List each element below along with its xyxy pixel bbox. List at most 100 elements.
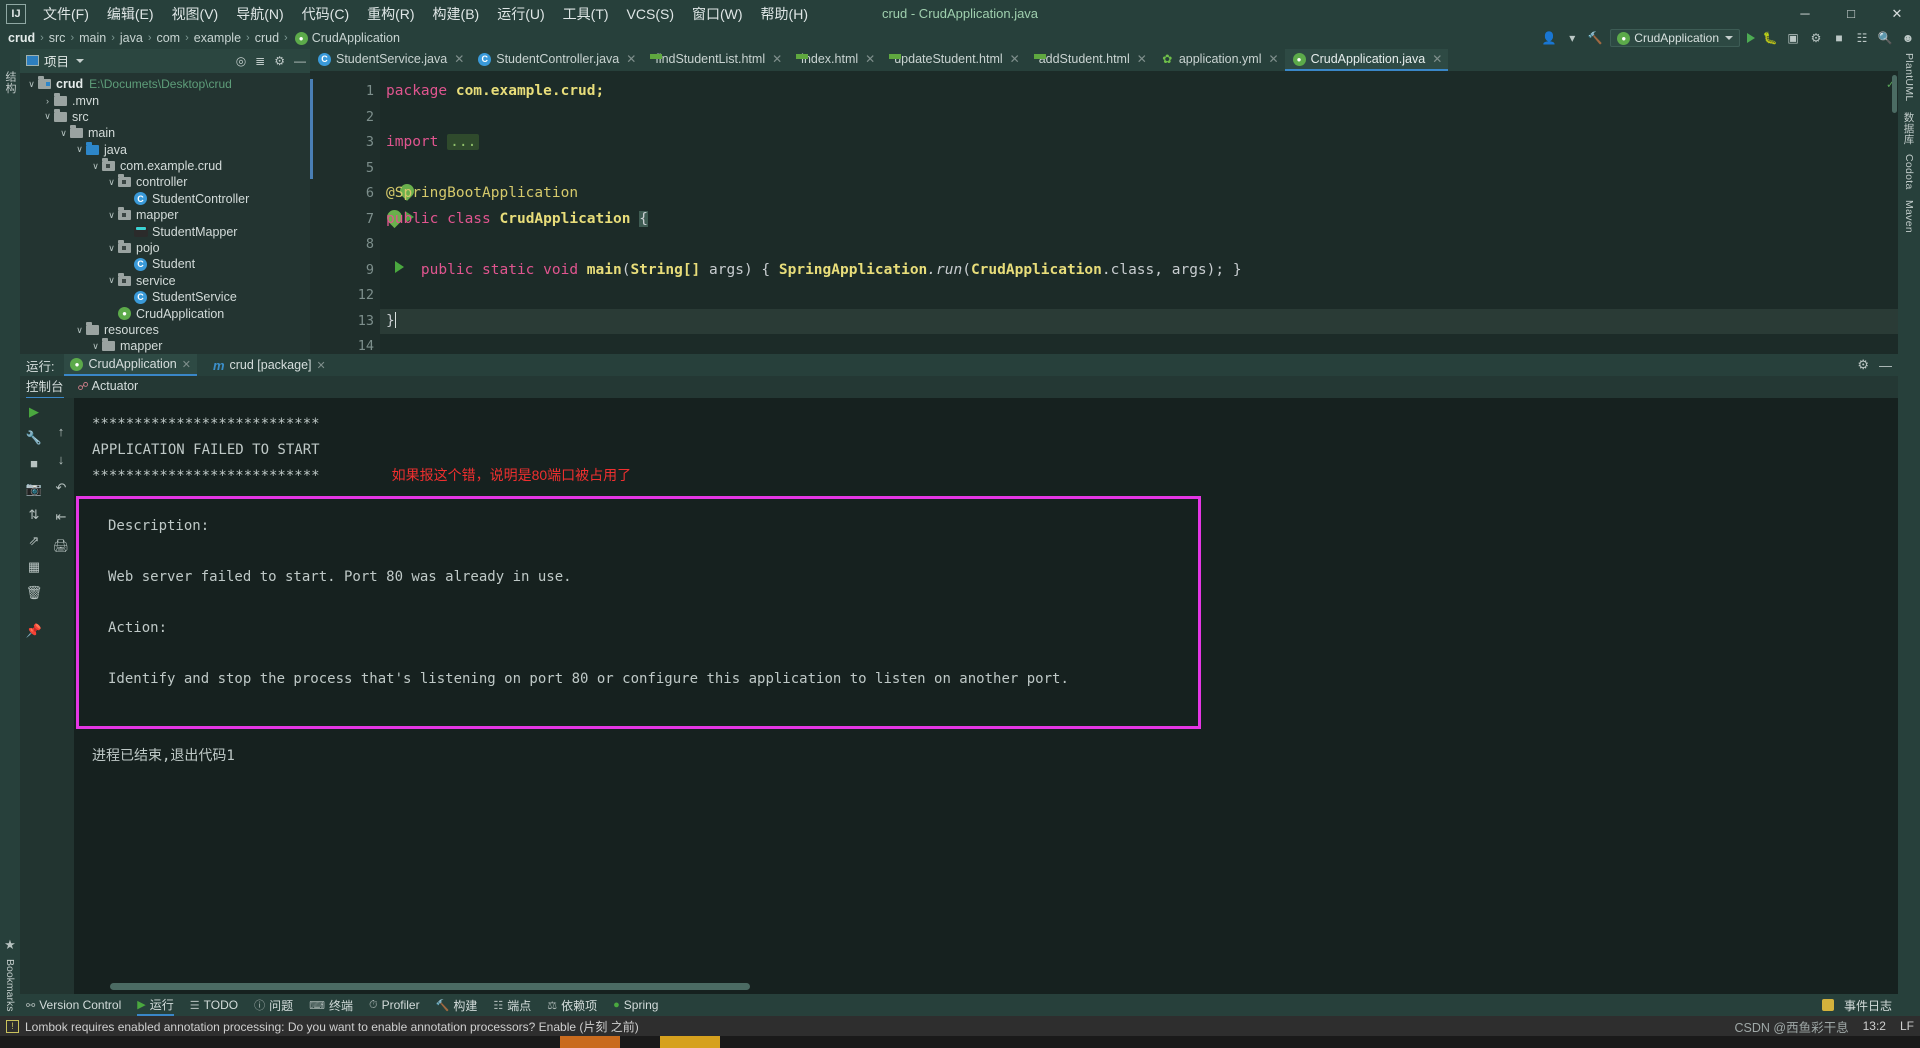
breadcrumb-crud[interactable]: crud <box>8 31 35 45</box>
console-horizontal-scrollbar[interactable] <box>110 983 750 990</box>
bottom-item-build[interactable]: 🔨 构建 <box>436 997 478 1014</box>
bottom-item-dependencies[interactable]: ⚖ 依赖项 <box>547 997 597 1014</box>
run-tab-crudapplication[interactable]: ● CrudApplication ✕ <box>64 354 197 376</box>
disclosure-arrow-icon[interactable]: ∨ <box>42 111 53 122</box>
disclosure-arrow-icon[interactable]: ∨ <box>58 128 69 139</box>
editor-tab-crudapplication-java[interactable]: ● CrudApplication.java ✕ <box>1284 49 1449 71</box>
collapsed-imports[interactable]: ... <box>447 134 480 150</box>
disclosure-arrow-icon[interactable]: ∨ <box>74 325 85 336</box>
close-icon[interactable]: ✕ <box>1010 52 1020 66</box>
settings-icon[interactable]: ⚙ <box>1857 357 1869 373</box>
tree-node-crud[interactable]: ∨ crud E:\Documets\Desktop\crud <box>20 76 310 92</box>
menu-tools[interactable]: 工具(T) <box>554 1 618 27</box>
person-icon[interactable]: 👤 <box>1541 30 1557 46</box>
settings-icon[interactable]: ⚙ <box>274 54 285 68</box>
chevron-down-icon[interactable] <box>76 58 85 63</box>
taskbar-app-warning[interactable] <box>660 1036 720 1048</box>
rail-item-maven[interactable]: Maven <box>1903 200 1915 233</box>
status-message[interactable]: Lombok requires enabled annotation proce… <box>25 1018 639 1035</box>
editor-tab-studentcontroller-java[interactable]: C StudentController.java ✕ <box>470 49 642 71</box>
build-icon[interactable]: 🔨 <box>1587 30 1603 46</box>
stop-icon[interactable]: ■ <box>30 456 38 471</box>
editor-tab-index-html[interactable]: index.html ✕ <box>788 49 881 71</box>
project-tree[interactable]: ∨ crud E:\Documets\Desktop\crud › .mvn ∨ src ∨ m… <box>20 73 310 354</box>
close-icon[interactable]: ✕ <box>865 52 875 66</box>
rail-item-codota[interactable]: Codota <box>1903 154 1915 190</box>
rail-item-database[interactable]: 数据库 <box>1902 112 1917 144</box>
coverage-icon[interactable]: ▣ <box>1785 30 1801 46</box>
trash-icon[interactable]: 🗑 <box>26 585 43 601</box>
menu-vcs[interactable]: VCS(S) <box>618 3 683 25</box>
close-button[interactable]: ✕ <box>1874 0 1920 27</box>
grid-icon[interactable]: ▦ <box>28 559 40 575</box>
run-configuration-selector[interactable]: ● CrudApplication <box>1610 29 1740 47</box>
bottom-item-spring[interactable]: ● Spring <box>613 998 658 1012</box>
menu-run[interactable]: 运行(U) <box>488 1 553 27</box>
breadcrumb-java[interactable]: java <box>120 31 143 45</box>
disclosure-arrow-icon[interactable]: › <box>42 96 53 106</box>
tree-node-studentservice[interactable]: C StudentService <box>20 289 310 305</box>
layout-icon[interactable]: ☷ <box>1854 30 1870 46</box>
account-icon[interactable]: ☻ <box>1900 30 1916 46</box>
disclosure-arrow-icon[interactable]: ∨ <box>26 79 37 90</box>
rail-item-plantuml[interactable]: PlantUML <box>1903 53 1915 102</box>
caret-position[interactable]: 13:2 <box>1863 1019 1886 1033</box>
bottom-item-todo[interactable]: ☰ TODO <box>190 998 238 1012</box>
debug-icon[interactable]: 🐛 <box>1762 30 1778 46</box>
editor-tab-studentservice-java[interactable]: C StudentService.java ✕ <box>310 49 470 71</box>
tree-node-src[interactable]: ∨ src <box>20 108 310 125</box>
soft-wrap-icon[interactable]: ↶ <box>56 480 67 496</box>
subtab-actuator[interactable]: ☍ Actuator <box>78 379 139 395</box>
tree-node-service[interactable]: ∨ service <box>20 272 310 289</box>
tree-node-com-example-crud[interactable]: ∨ com.example.crud <box>20 158 310 174</box>
print-icon[interactable]: 🖨 <box>53 538 70 554</box>
disclosure-arrow-icon[interactable]: ∨ <box>106 177 117 188</box>
rail-item-structure[interactable]: 结构 <box>2 49 18 94</box>
subtab-console[interactable]: 控制台 <box>26 376 64 399</box>
tree-node-main[interactable]: ∨ main <box>20 125 310 141</box>
minimize-button[interactable]: ─ <box>1782 0 1828 27</box>
tree-node-java[interactable]: ∨ java <box>20 141 310 158</box>
close-icon[interactable]: ✕ <box>454 52 464 66</box>
tree-node-controller[interactable]: ∨ controller <box>20 174 310 190</box>
thread-dump-icon[interactable]: ⇅ <box>29 507 40 523</box>
menu-refactor[interactable]: 重构(R) <box>358 1 423 27</box>
console-output[interactable]: *************************** APPLICATION … <box>74 398 1898 994</box>
run-icon[interactable] <box>1747 33 1755 43</box>
close-icon[interactable]: ✕ <box>1269 52 1279 66</box>
breadcrumb-src[interactable]: src <box>49 31 66 45</box>
hide-icon[interactable]: — <box>1879 358 1892 373</box>
tree-node--mvn[interactable]: › .mvn <box>20 92 310 108</box>
breadcrumb-main[interactable]: main <box>79 31 106 45</box>
close-icon[interactable]: ✕ <box>182 358 191 371</box>
disclosure-arrow-icon[interactable]: ∨ <box>106 210 117 221</box>
disclosure-arrow-icon[interactable]: ∨ <box>106 243 117 254</box>
editor-tab-bar[interactable]: C StudentService.java ✕ C StudentController.… <box>310 49 1898 71</box>
editor-tab-addstudent-html[interactable]: addStudent.html ✕ <box>1026 49 1153 71</box>
profiler-icon[interactable]: ⚙ <box>1808 30 1824 46</box>
taskbar-app-active[interactable] <box>560 1036 620 1048</box>
close-icon[interactable]: ✕ <box>626 52 636 66</box>
line-separator[interactable]: LF <box>1900 1019 1914 1033</box>
disclosure-arrow-icon[interactable]: ∨ <box>74 144 85 155</box>
menu-file[interactable]: 文件(F) <box>34 1 98 27</box>
scroll-down-icon[interactable]: ↓ <box>58 452 65 467</box>
editor-tab-updatestudent-html[interactable]: updateStudent.html ✕ <box>881 49 1025 71</box>
tree-node-mapper[interactable]: ∨ mapper <box>20 207 310 223</box>
close-icon[interactable]: ✕ <box>1137 52 1147 66</box>
disclosure-arrow-icon[interactable]: ∨ <box>90 341 101 352</box>
bottom-item-profiler[interactable]: ⏱ Profiler <box>369 998 420 1012</box>
collapse-all-icon[interactable]: ≣ <box>255 54 265 68</box>
maximize-button[interactable]: □ <box>1828 0 1874 27</box>
close-icon[interactable]: ✕ <box>772 52 782 66</box>
locate-icon[interactable]: ◎ <box>236 54 246 68</box>
export-icon[interactable]: ⇗ <box>29 533 40 549</box>
bottom-item-run[interactable]: ▶ 运行 <box>137 994 174 1016</box>
rerun-icon[interactable]: ▶ <box>29 404 39 420</box>
menu-view[interactable]: 视图(V) <box>163 1 228 27</box>
editor-tab-findstudentlist-html[interactable]: findStudentList.html ✕ <box>642 49 788 71</box>
scroll-up-icon[interactable]: ↑ <box>58 424 65 439</box>
breadcrumb-crudapplication[interactable]: CrudApplication <box>312 31 400 45</box>
editor-tab-application-yml[interactable]: ✿ application.yml ✕ <box>1153 49 1285 71</box>
tree-node-resources[interactable]: ∨ resources <box>20 322 310 338</box>
